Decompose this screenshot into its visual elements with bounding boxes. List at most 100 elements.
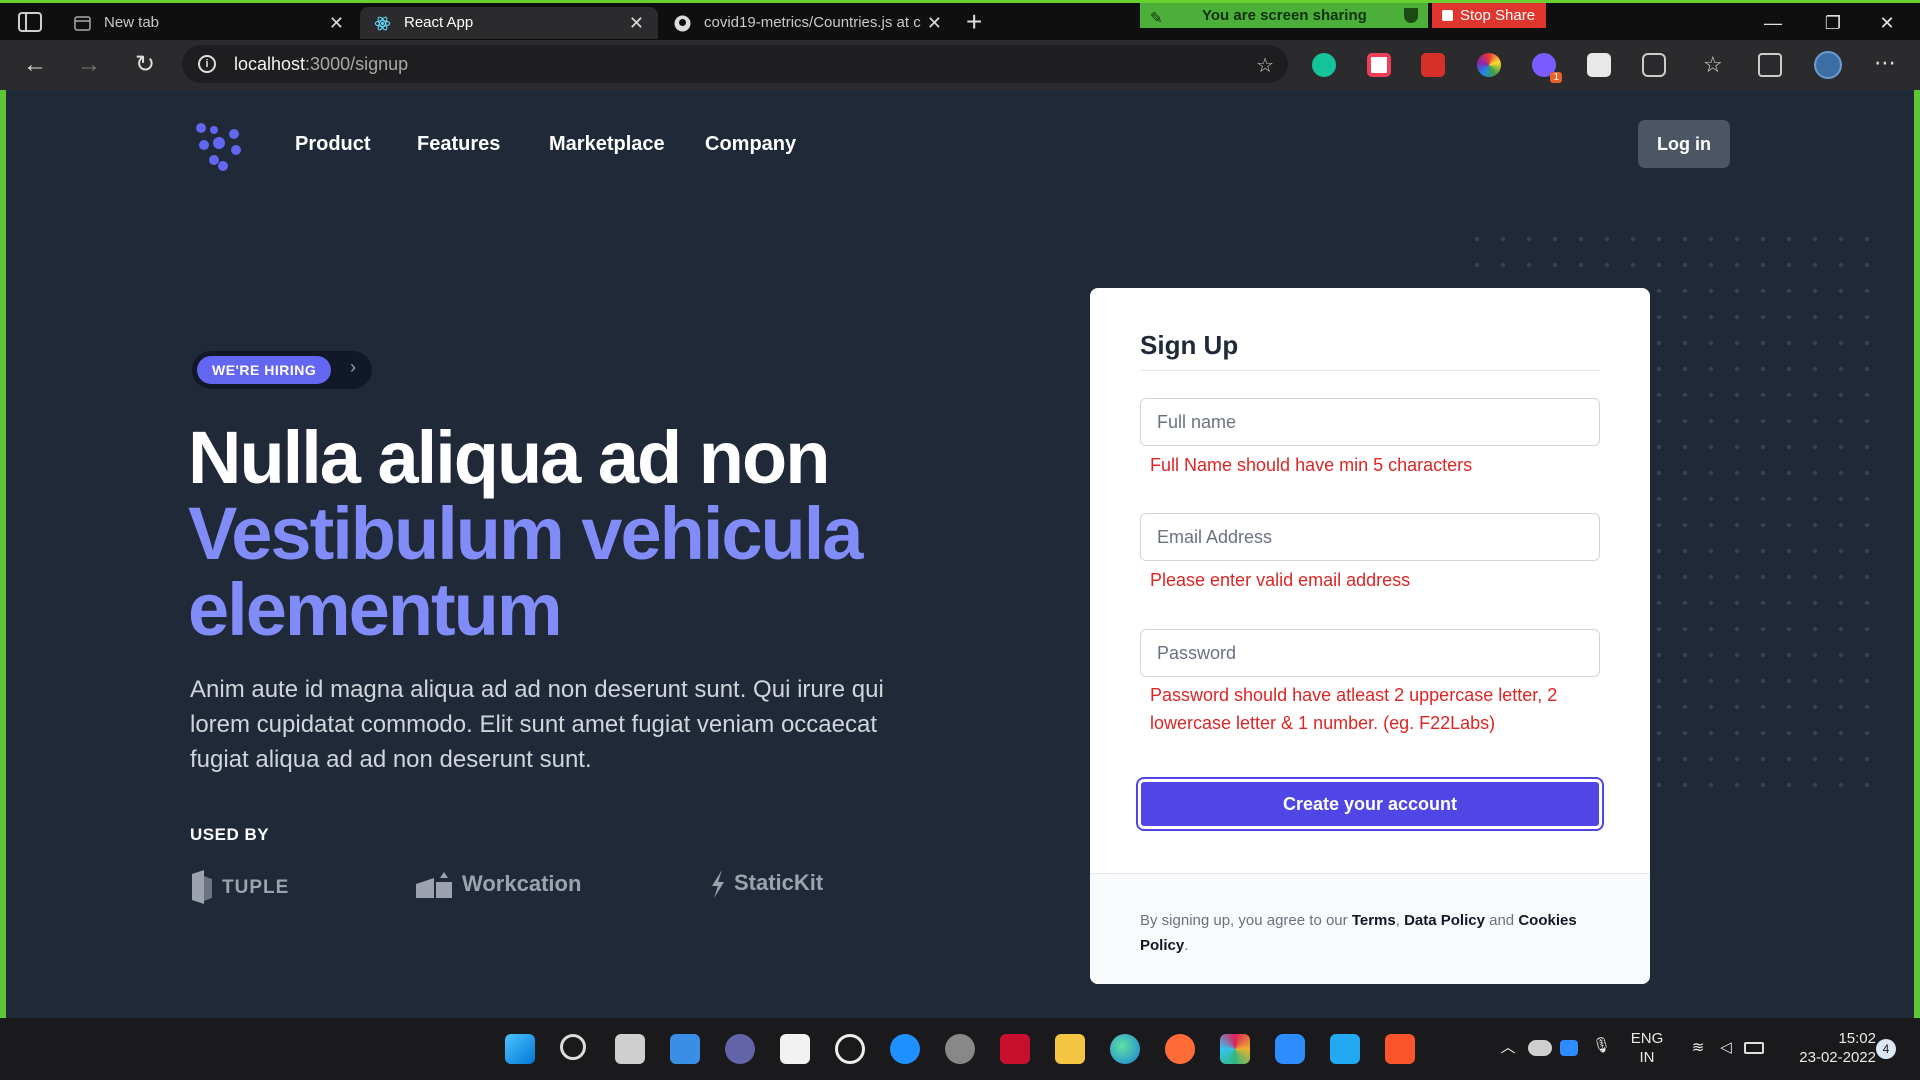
tab-title: New tab [104,14,160,31]
page-viewport: Product Features Marketplace Company Log… [6,90,1914,1018]
language-indicator[interactable]: ENG IN [1624,1029,1670,1067]
url-text[interactable]: localhost:3000/signup [234,45,408,83]
back-icon[interactable]: ← [18,48,52,82]
extension-badge-icon[interactable]: 1 [1532,53,1562,83]
tab-title: covid19-metrics/Countries.js at c [704,14,921,31]
github-icon [674,15,691,32]
close-icon[interactable]: ✕ [629,7,644,39]
fullname-input[interactable] [1140,398,1600,446]
favorites-icon[interactable]: ☆ [1703,53,1727,77]
url-path: :3000/signup [305,54,409,74]
terms-notice: By signing up, you agree to our Terms, D… [1140,908,1600,958]
edge-icon[interactable] [1110,1034,1140,1064]
form-title: Sign Up [1140,330,1239,360]
task-view-icon[interactable] [615,1034,645,1064]
tab-react-app[interactable]: React App ✕ [360,7,658,39]
store-icon[interactable] [780,1034,810,1064]
notification-badge[interactable]: 4 [1876,1039,1896,1059]
screen-share-border [1914,90,1920,1018]
extension-square-icon[interactable] [1587,53,1611,77]
favorite-add-icon[interactable]: ☆ [1256,53,1274,78]
zoom-tray-icon[interactable] [1560,1040,1578,1056]
nav-features[interactable]: Features [417,133,500,156]
widgets-icon[interactable] [670,1034,700,1064]
clock-time: 15:02 [1838,1030,1876,1047]
pen-icon: ✎ [1150,10,1163,27]
hero-title: Nulla aliqua ad non Vestibulum vehicula … [188,420,1008,648]
github-desktop-icon[interactable] [835,1034,865,1064]
statickit-logo-icon [712,870,724,899]
hero-description: Anim aute id magna aliqua ad ad non dese… [190,676,884,773]
url-host: localhost [234,54,306,74]
tab-bar: New tab ✕ React App ✕ covid19-metrics/Co… [0,0,1920,40]
new-tab-icon[interactable]: + [966,8,982,36]
brave-icon[interactable] [1385,1034,1415,1064]
volume-icon[interactable]: ◁ [1716,1038,1736,1057]
pocket-icon[interactable] [1367,53,1391,77]
microphone-icon[interactable]: 🎙 [1592,1036,1611,1055]
clock-date: 23-02-2022 [1799,1049,1876,1066]
mcafee-icon[interactable] [1000,1034,1030,1064]
extension-icon[interactable] [1421,53,1445,77]
nav-marketplace[interactable]: Marketplace [549,133,665,156]
hiring-badge[interactable]: WE'RE HIRING › [192,351,372,389]
tab-new-tab[interactable]: New tab ✕ [60,7,358,39]
more-icon[interactable]: ⋯ [1874,52,1898,77]
address-bar[interactable]: i localhost:3000/signup ☆ [182,45,1288,83]
close-icon[interactable]: ✕ [927,7,942,39]
profile-avatar[interactable] [1814,51,1842,79]
card-footer: By signing up, you agree to our Terms, D… [1090,873,1650,984]
password-input[interactable] [1140,629,1600,677]
color-picker-icon[interactable] [1477,53,1501,77]
postman-icon[interactable] [1165,1034,1195,1064]
email-input[interactable] [1140,513,1600,561]
hiring-pill: WE'RE HIRING [197,356,332,384]
collections-icon[interactable] [1758,53,1782,77]
help-icon[interactable] [890,1034,920,1064]
close-icon[interactable]: ✕ [329,7,344,39]
language-code: ENG [1630,1030,1664,1047]
data-policy-link[interactable]: Data Policy [1404,912,1485,929]
brand-statickit: StaticKit [710,870,823,899]
nav-company[interactable]: Company [705,133,796,156]
nav-product[interactable]: Product [295,133,371,156]
restore-icon[interactable]: ❐ [1806,7,1860,39]
grammarly-icon[interactable] [1312,53,1336,77]
slack-icon[interactable] [1220,1034,1250,1064]
file-explorer-icon[interactable] [1055,1034,1085,1064]
terms-link[interactable]: Terms [1352,912,1396,929]
region-code: IN [1639,1049,1655,1066]
tab-github[interactable]: covid19-metrics/Countries.js at c ✕ [660,7,956,39]
minimize-icon[interactable]: — [1746,7,1800,39]
create-account-button[interactable]: Create your account [1136,777,1604,831]
address-toolbar: ← → ↻ i localhost:3000/signup ☆ 1 ☆ ⋯ [0,40,1920,90]
extension-badge-count: 1 [1550,72,1562,83]
onedrive-icon[interactable] [1528,1040,1552,1056]
react-icon [374,16,391,31]
wifi-icon[interactable]: ≋ [1688,1038,1708,1057]
zoom-icon[interactable] [1275,1034,1305,1064]
search-icon[interactable] [560,1034,586,1060]
brand-tuple: TUPLE [190,870,289,904]
start-icon[interactable] [505,1034,535,1064]
tab-actions-icon[interactable] [18,12,42,32]
clock[interactable]: 15:02 23-02-2022 [1780,1029,1876,1067]
settings-icon[interactable] [945,1034,975,1064]
window-close-icon[interactable]: ✕ [1860,7,1914,39]
teams-chat-icon[interactable] [725,1034,755,1064]
login-button[interactable]: Log in [1638,120,1730,168]
refresh-icon[interactable]: ↻ [128,48,162,82]
hero-title-line2: Vestibulum vehicula [188,492,863,575]
terms-suffix: . [1184,937,1189,954]
info-icon[interactable]: i [198,55,216,73]
vscode-icon[interactable] [1330,1034,1360,1064]
chevron-up-icon[interactable]: ︿ [1498,1038,1518,1057]
divider [1140,370,1600,371]
battery-icon[interactable] [1744,1042,1764,1054]
taskbar: ︿ 🎙 ENG IN ≋ ◁ 15:02 23-02-2022 4 [0,1018,1920,1080]
stop-share-button[interactable]: Stop Share [1432,3,1546,28]
stop-share-label: Stop Share [1460,7,1536,24]
forward-icon[interactable]: → [72,48,106,82]
brand-logo[interactable] [190,120,246,172]
puzzle-icon[interactable] [1642,53,1666,77]
